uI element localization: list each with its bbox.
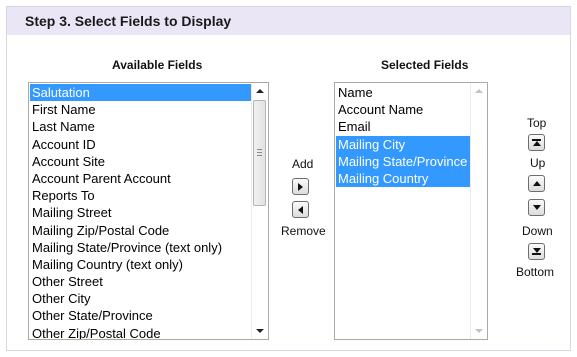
remove-label: Remove xyxy=(281,224,326,238)
list-item[interactable]: Mailing State/Province (text only) xyxy=(30,239,251,256)
list-item[interactable]: Account Site xyxy=(30,153,251,170)
selected-fields-items: Name Account Name Email Mailing City Mailing… xyxy=(336,84,470,188)
list-item[interactable]: Mailing Zip/Postal Code xyxy=(30,222,251,239)
available-fields-title: Available Fields xyxy=(112,58,203,72)
bottom-label: Bottom xyxy=(516,265,555,279)
scroll-down-arrow-icon[interactable] xyxy=(471,323,487,339)
list-item[interactable]: Other Street xyxy=(30,273,251,290)
list-item[interactable]: Other City xyxy=(30,290,251,307)
available-fields-list[interactable]: Salutation First Name Last Name Account ID A… xyxy=(28,82,269,340)
move-down-button[interactable] xyxy=(528,199,545,216)
available-fields-items: Salutation First Name Last Name Account ID A… xyxy=(30,84,251,339)
step-title: Step 3. Select Fields to Display xyxy=(7,7,570,35)
down-label: Down xyxy=(522,224,553,238)
list-item[interactable]: Name xyxy=(336,84,470,101)
left-arrow-icon xyxy=(298,205,303,214)
scroll-down-arrow-icon[interactable] xyxy=(252,323,268,339)
list-item[interactable]: Email xyxy=(336,118,470,135)
list-item[interactable]: Last Name xyxy=(30,118,251,135)
move-top-icon xyxy=(532,139,541,146)
list-item[interactable]: Mailing State/Province xyxy=(336,152,470,170)
remove-button[interactable] xyxy=(292,201,309,218)
move-up-button[interactable] xyxy=(528,175,545,192)
move-up-icon xyxy=(532,181,541,186)
up-label: Up xyxy=(530,156,546,170)
list-item[interactable]: Account ID xyxy=(30,136,251,153)
move-bottom-button[interactable] xyxy=(528,243,545,260)
list-item[interactable]: Account Name xyxy=(336,101,470,118)
list-item[interactable]: Mailing Country xyxy=(336,169,470,188)
scroll-thumb[interactable] xyxy=(253,100,266,206)
move-down-icon xyxy=(532,205,541,210)
list-item[interactable]: Reports To xyxy=(30,187,251,204)
scroll-up-arrow-icon[interactable] xyxy=(471,83,487,99)
list-item[interactable]: Account Parent Account xyxy=(30,170,251,187)
available-list-scrollbar[interactable] xyxy=(251,83,268,339)
right-arrow-icon xyxy=(298,182,303,191)
move-bottom-icon xyxy=(532,248,541,255)
list-item[interactable]: Other State/Province xyxy=(30,307,251,324)
list-item[interactable]: Mailing Country (text only) xyxy=(30,256,251,273)
selected-fields-title: Selected Fields xyxy=(381,58,469,72)
list-item[interactable]: First Name xyxy=(30,101,251,118)
list-item[interactable]: Mailing Street xyxy=(30,204,251,221)
list-item[interactable]: Other Zip/Postal Code xyxy=(30,325,251,339)
add-label: Add xyxy=(292,157,314,171)
selected-list-scrollbar[interactable] xyxy=(470,83,487,339)
list-item[interactable]: Mailing City xyxy=(336,135,470,153)
add-button[interactable] xyxy=(292,178,309,195)
list-item[interactable]: Salutation xyxy=(30,84,251,102)
scroll-up-arrow-icon[interactable] xyxy=(252,83,268,99)
selected-fields-list[interactable]: Name Account Name Email Mailing City Mailing… xyxy=(334,82,488,340)
move-top-button[interactable] xyxy=(528,134,545,151)
top-label: Top xyxy=(527,116,547,130)
